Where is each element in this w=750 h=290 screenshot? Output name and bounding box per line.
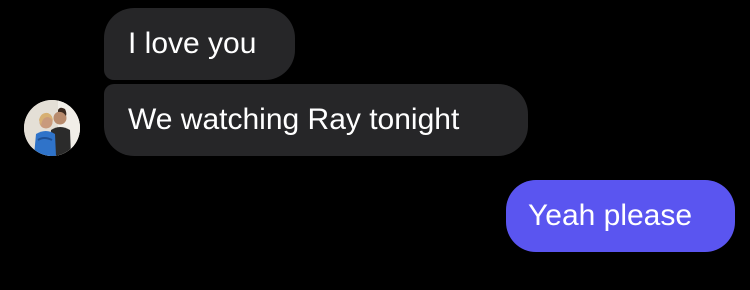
incoming-message-bubble[interactable]: I love you — [104, 8, 295, 80]
message-thread: I love you We watching Ray tonight Yeah … — [0, 0, 750, 290]
outgoing-message-bubble[interactable]: Yeah please — [506, 180, 735, 252]
incoming-message-bubble[interactable]: We watching Ray tonight — [104, 84, 528, 156]
contact-avatar[interactable] — [24, 100, 80, 156]
contact-photo-icon — [24, 100, 80, 156]
